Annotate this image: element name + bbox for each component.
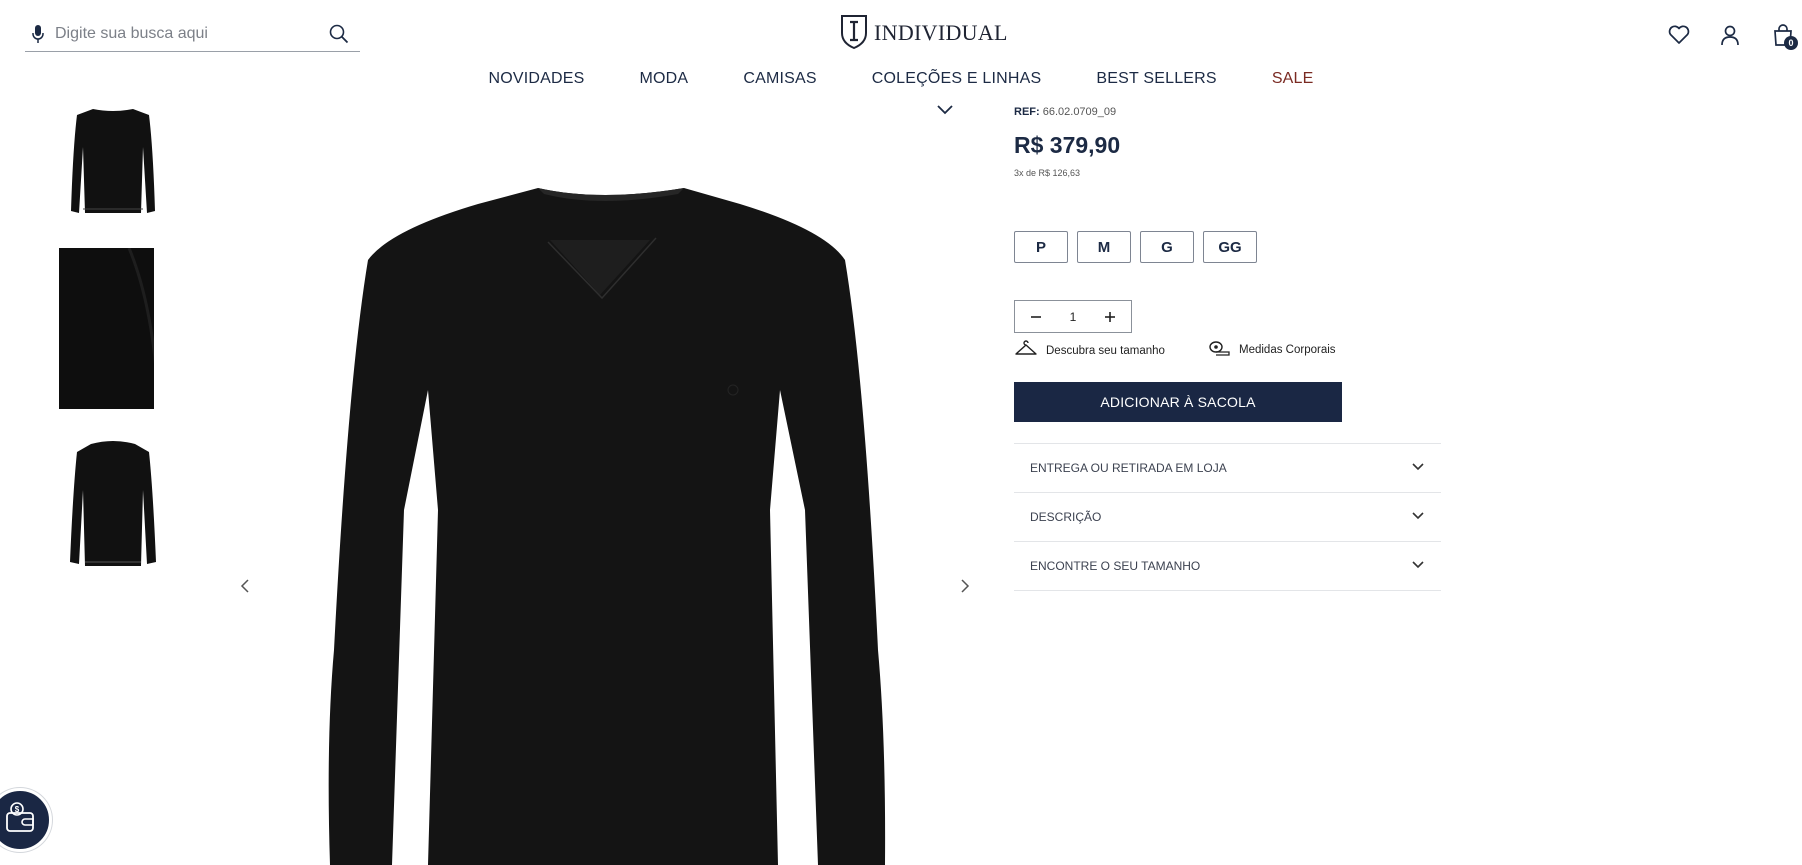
size-option-m[interactable]: M xyxy=(1077,231,1131,263)
product-price: R$ 379,90 xyxy=(1014,132,1121,158)
body-measures-link[interactable]: Medidas Corporais xyxy=(1209,340,1336,359)
accordion-delivery-label: ENTREGA OU RETIRADA EM LOJA xyxy=(1030,461,1227,475)
microphone-icon[interactable] xyxy=(27,23,49,45)
quantity-stepper: 1 xyxy=(1014,300,1132,333)
plus-icon[interactable] xyxy=(1101,308,1119,326)
chevron-down-icon[interactable] xyxy=(935,102,955,118)
heart-icon[interactable] xyxy=(1664,20,1694,50)
product-main-image xyxy=(328,188,886,865)
accordion-description[interactable]: DESCRIÇÃO xyxy=(1014,492,1441,541)
cart-count-badge: 0 xyxy=(1784,36,1798,50)
chevron-down-icon xyxy=(1411,510,1425,524)
thumbnail-detail[interactable] xyxy=(59,248,167,409)
installments-text: 3x de R$ 126,63 xyxy=(1014,168,1081,178)
add-to-bag-button[interactable]: ADICIONAR À SACOLA xyxy=(1014,382,1342,422)
quantity-value[interactable]: 1 xyxy=(1070,310,1077,324)
wallet-icon: $ xyxy=(3,801,37,840)
thumbnail-back[interactable] xyxy=(59,440,167,570)
size-option-g[interactable]: G xyxy=(1140,231,1194,263)
cashback-wallet-button[interactable]: $ xyxy=(0,788,52,852)
size-selector: P M G GG xyxy=(1014,231,1257,263)
accordion-description-label: DESCRIÇÃO xyxy=(1030,510,1102,524)
brand-name: INDIVIDUAL xyxy=(874,20,1008,45)
nav-item-novidades[interactable]: NOVIDADES xyxy=(488,70,584,88)
tape-measure-icon xyxy=(1209,340,1231,359)
minus-icon[interactable] xyxy=(1027,308,1045,326)
brand-logo[interactable]: INDIVIDUAL xyxy=(840,14,1008,52)
size-option-p[interactable]: P xyxy=(1014,231,1068,263)
search-bar xyxy=(25,16,360,52)
svg-text:$: $ xyxy=(15,805,20,814)
ref-value: 66.02.0709_09 xyxy=(1042,106,1117,118)
carousel-prev-icon[interactable] xyxy=(235,576,255,596)
nav-item-camisas[interactable]: CAMISAS xyxy=(743,70,816,88)
accordion-find-size-label: ENCONTRE O SEU TAMANHO xyxy=(1030,559,1201,573)
accordion-divider xyxy=(1014,590,1441,591)
body-measures-label: Medidas Corporais xyxy=(1239,343,1336,356)
thumbnail-front[interactable] xyxy=(59,107,167,215)
nav-item-sale[interactable]: SALE xyxy=(1272,70,1314,88)
search-input[interactable] xyxy=(49,23,324,44)
nav-item-colecoes-e-linhas[interactable]: COLEÇÕES E LINHAS xyxy=(872,70,1042,88)
chevron-down-icon xyxy=(1411,559,1425,573)
chevron-down-icon xyxy=(1411,461,1425,475)
accordion-delivery[interactable]: ENTREGA OU RETIRADA EM LOJA xyxy=(1014,443,1441,492)
search-icon[interactable] xyxy=(324,19,354,49)
ref-label: REF: xyxy=(1014,106,1040,118)
nav-item-moda[interactable]: MODA xyxy=(640,70,689,88)
hanger-icon xyxy=(1014,340,1038,361)
size-option-gg[interactable]: GG xyxy=(1203,231,1257,263)
main-navigation: NOVIDADES MODA CAMISAS COLEÇÕES E LINHAS… xyxy=(0,70,1802,88)
nav-item-best-sellers[interactable]: BEST SELLERS xyxy=(1096,70,1216,88)
product-ref: REF: 66.02.0709_09 xyxy=(1014,106,1116,118)
accordion-find-size[interactable]: ENCONTRE O SEU TAMANHO xyxy=(1014,541,1441,590)
carousel-next-icon[interactable] xyxy=(955,576,975,596)
size-guide-link[interactable]: Descubra seu tamanho xyxy=(1014,340,1165,361)
user-icon[interactable] xyxy=(1715,20,1745,50)
size-guide-label: Descubra seu tamanho xyxy=(1046,344,1165,357)
cart-icon[interactable]: 0 xyxy=(1768,20,1798,50)
shield-icon xyxy=(840,13,868,54)
